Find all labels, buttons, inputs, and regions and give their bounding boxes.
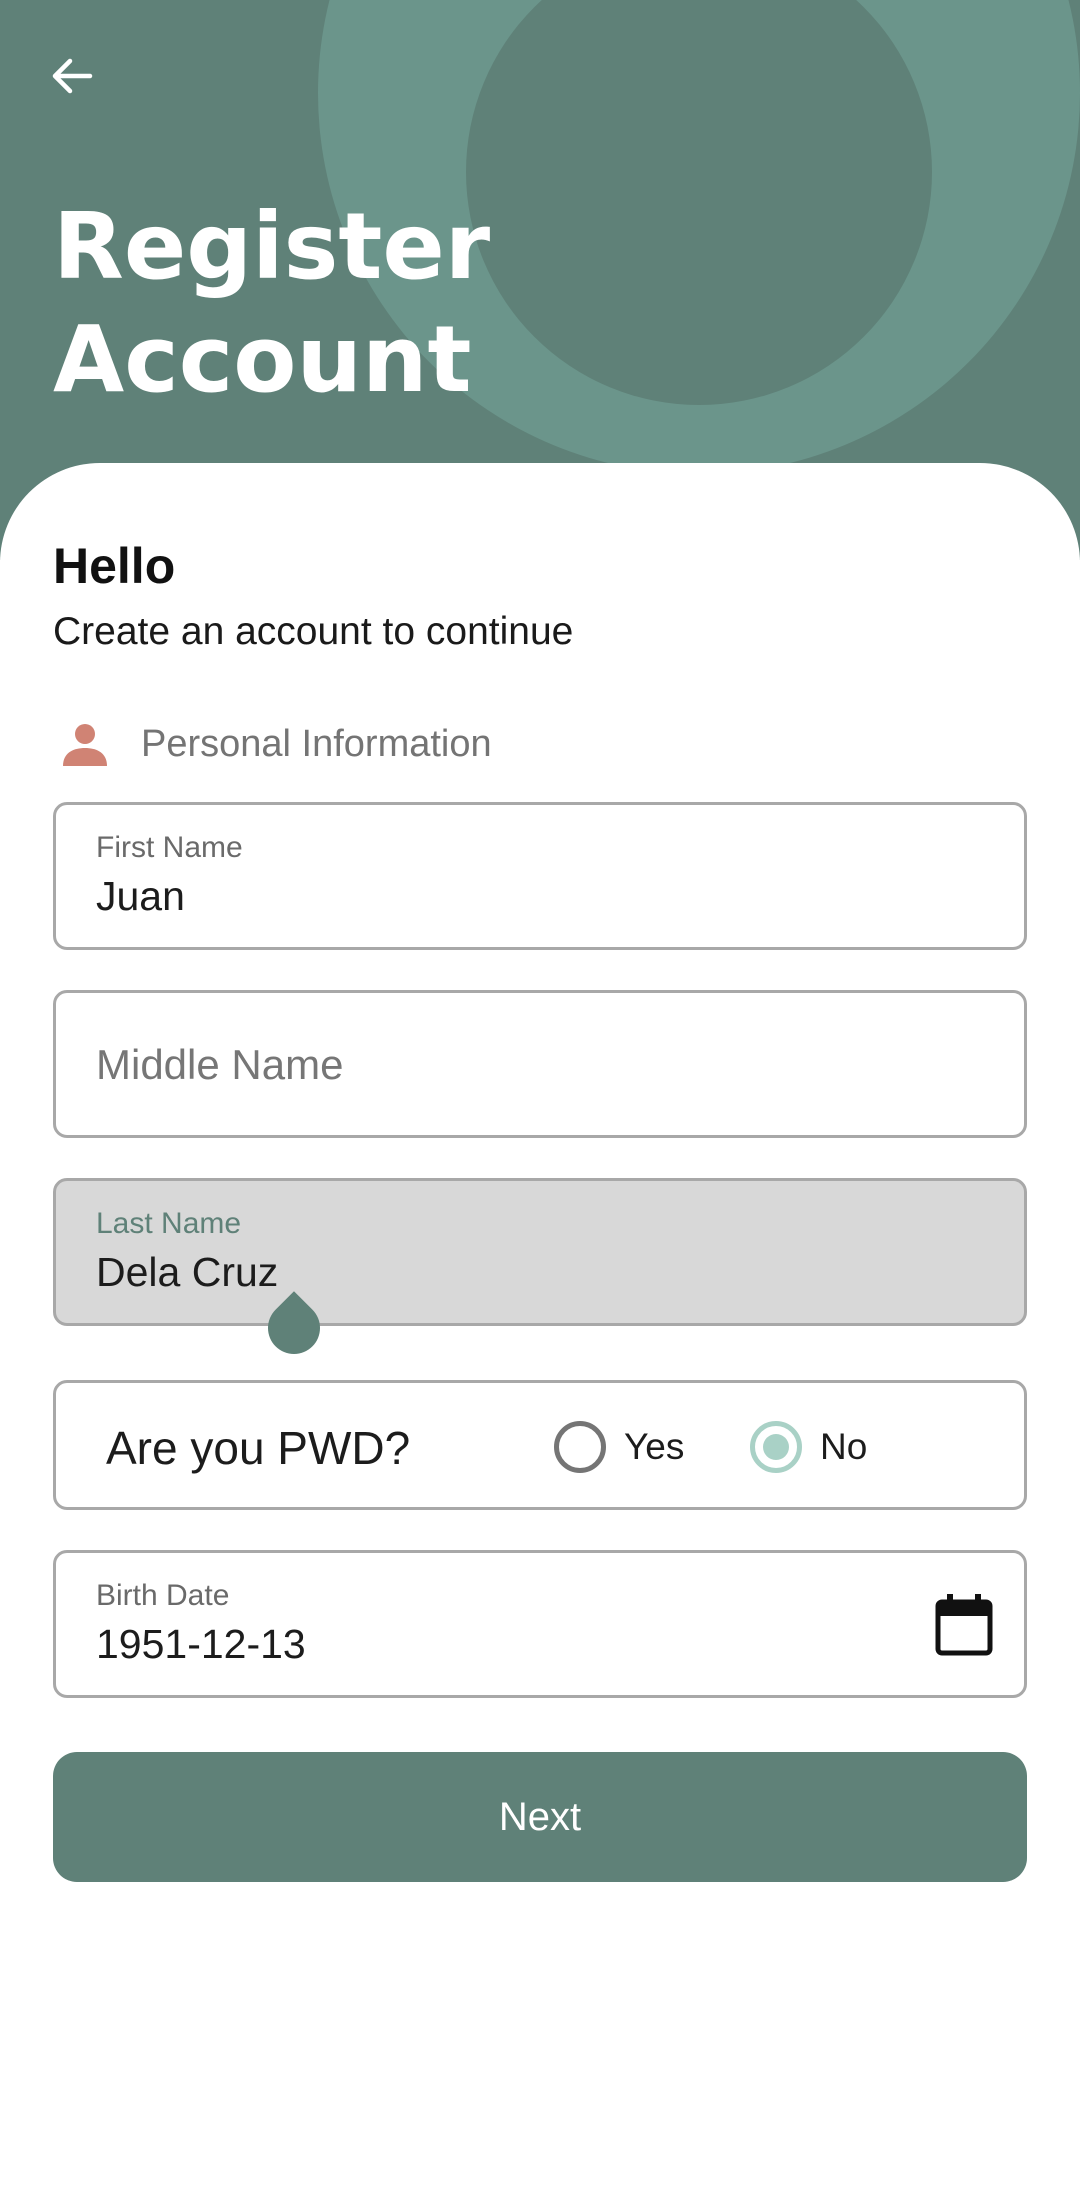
section-label: Personal Information — [141, 722, 492, 765]
pwd-no-label: No — [820, 1426, 868, 1467]
first-name-field[interactable]: First Name Juan — [53, 802, 1027, 950]
pwd-question-box: Are you PWD? Yes No — [53, 1380, 1027, 1510]
birth-date-field[interactable]: Birth Date 1951-12-13 — [53, 1550, 1027, 1698]
pwd-question: Are you PWD? — [106, 1422, 411, 1474]
middle-name-field[interactable]: Middle Name — [53, 990, 1027, 1138]
arrow-left-icon — [52, 58, 93, 94]
greeting: Hello — [53, 538, 176, 594]
last-name-label: Last Name — [96, 1207, 242, 1240]
page-title: Register Account — [53, 190, 753, 416]
birth-date-label: Birth Date — [96, 1579, 230, 1612]
last-name-field[interactable]: Last Name Dela Cruz — [53, 1178, 1027, 1326]
radio-yes[interactable] — [554, 1421, 606, 1473]
last-name-value: Dela Cruz — [96, 1249, 279, 1295]
page-title-line2: Account — [53, 306, 472, 413]
middle-name-placeholder: Middle Name — [96, 1041, 344, 1088]
calendar-icon[interactable] — [934, 1593, 994, 1657]
subtitle: Create an account to continue — [53, 610, 574, 653]
radio-no-selected-dot — [763, 1434, 789, 1460]
birth-date-value: 1951-12-13 — [96, 1621, 306, 1667]
pwd-option-no[interactable]: No — [750, 1419, 867, 1475]
radio-no[interactable] — [750, 1421, 802, 1473]
pwd-option-yes[interactable]: Yes — [554, 1419, 684, 1475]
first-name-value: Juan — [96, 873, 185, 919]
pwd-yes-label: Yes — [624, 1426, 685, 1467]
section-header: Personal Information — [53, 714, 492, 774]
person-icon — [53, 714, 117, 774]
back-button[interactable] — [40, 44, 104, 108]
page-title-line1: Register — [53, 193, 491, 300]
register-screen: Register Account Hello Create an account… — [0, 0, 1080, 2185]
first-name-label: First Name — [96, 831, 243, 864]
next-button[interactable]: Next — [53, 1752, 1027, 1882]
